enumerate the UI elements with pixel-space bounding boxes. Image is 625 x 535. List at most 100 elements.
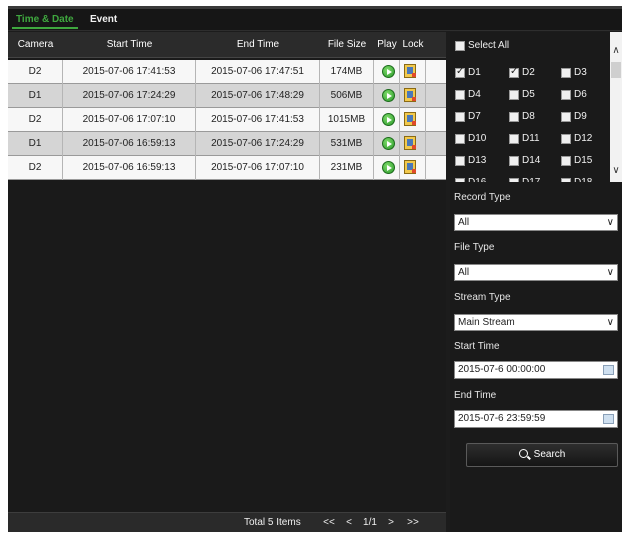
calendar-icon[interactable] [603, 365, 614, 375]
scroll-down-icon[interactable]: ∨ [610, 164, 622, 178]
play-icon[interactable] [382, 113, 395, 126]
lock-icon[interactable] [404, 88, 416, 102]
search-icon [518, 449, 528, 458]
camera-checkbox[interactable]: D5 [509, 89, 535, 101]
cell-divider [426, 108, 446, 132]
file-type-value: All [458, 267, 470, 278]
camera-checkbox[interactable]: D2 [509, 66, 535, 79]
checkbox-box [455, 112, 465, 122]
cell-divider [426, 84, 446, 108]
cell-end-time: 2015-07-06 17:47:51 [196, 60, 320, 84]
lock-icon[interactable] [404, 64, 416, 78]
checkbox-box [455, 90, 465, 100]
play-icon[interactable] [382, 89, 395, 102]
stream-type-select[interactable]: Main Stream ∨ [454, 314, 618, 331]
cell-start-time: 2015-07-06 16:59:13 [63, 156, 196, 180]
camera-checkbox[interactable]: D7 [455, 111, 481, 123]
camera-label: D3 [574, 67, 587, 78]
header-end-time[interactable]: End Time [196, 32, 320, 58]
checkbox-box [561, 134, 571, 144]
camera-list: Select All D1 D2 D3 D4 D5 D6 D7 D8 D9 D10 D11 D12 D1… [450, 32, 610, 182]
camera-checkbox[interactable]: D9 [561, 111, 587, 123]
camera-checkbox[interactable]: D12 [561, 133, 592, 145]
cell-start-time: 2015-07-06 16:59:13 [63, 132, 196, 156]
cell-end-time: 2015-07-06 17:48:29 [196, 84, 320, 108]
camera-checkbox[interactable]: D3 [561, 67, 587, 79]
lock-icon[interactable] [404, 136, 416, 150]
camera-label: D17 [522, 177, 540, 182]
start-time-value: 2015-07-6 00:00:00 [458, 364, 546, 375]
checkbox-box [509, 66, 519, 78]
camera-checkbox[interactable]: D1 [455, 66, 481, 79]
select-all-label: Select All [468, 40, 510, 51]
file-type-label: File Type [454, 242, 495, 253]
camera-checkbox[interactable]: D8 [509, 111, 535, 123]
checkbox-box [509, 178, 519, 182]
table-row[interactable]: D2 2015-07-06 17:41:53 2015-07-06 17:47:51… [8, 60, 446, 84]
select-all-checkbox[interactable]: Select All [455, 40, 509, 52]
prev-page-button[interactable]: < [343, 516, 355, 530]
scroll-up-icon[interactable]: ∧ [610, 44, 622, 58]
next-page-button[interactable]: > [385, 516, 397, 530]
camera-checkbox[interactable]: D6 [561, 89, 587, 101]
tab-event[interactable]: Event [88, 12, 119, 29]
camera-label: D5 [522, 89, 535, 100]
cell-start-time: 2015-07-06 17:41:53 [63, 60, 196, 84]
file-type-select[interactable]: All ∨ [454, 264, 618, 281]
camera-checkbox[interactable]: D14 [509, 155, 540, 167]
camera-checkbox[interactable]: D16 [455, 177, 486, 182]
cell-camera: D1 [8, 84, 63, 108]
lock-icon[interactable] [404, 112, 416, 126]
camera-label: D10 [468, 133, 487, 144]
camera-checkbox[interactable]: D13 [455, 155, 486, 167]
record-type-value: All [458, 217, 470, 228]
record-type-select[interactable]: All ∨ [454, 214, 618, 231]
last-page-button[interactable]: >> [404, 516, 422, 530]
table-row[interactable]: D2 2015-07-06 17:07:10 2015-07-06 17:41:53… [8, 108, 446, 132]
camera-checkbox[interactable]: D15 [561, 155, 592, 167]
chevron-down-icon: ∨ [606, 217, 614, 228]
results-table: Camera Start Time End Time File Size Pla… [8, 32, 446, 512]
cell-file-size: 1015MB [320, 108, 374, 132]
playback-search-window: Time & Date Event Camera Start Time End … [8, 6, 622, 532]
play-icon[interactable] [382, 161, 395, 174]
header-start-time[interactable]: Start Time [63, 32, 196, 58]
cell-camera: D2 [8, 108, 63, 132]
first-page-button[interactable]: << [321, 516, 337, 530]
calendar-icon[interactable] [603, 414, 614, 424]
chevron-down-icon: ∨ [606, 317, 614, 328]
cell-divider [426, 60, 446, 84]
search-button[interactable]: Search [466, 443, 618, 467]
checkbox-box [509, 90, 519, 100]
checkbox-box [455, 66, 465, 78]
header-file-size[interactable]: File Size [320, 32, 374, 58]
camera-checkbox[interactable]: D10 [455, 133, 486, 145]
start-time-label: Start Time [454, 341, 500, 352]
tab-time-date[interactable]: Time & Date [12, 12, 78, 29]
play-icon[interactable] [382, 65, 395, 78]
camera-label: D12 [574, 133, 593, 144]
header-lock: Lock [402, 39, 424, 50]
table-row[interactable]: D1 2015-07-06 17:24:29 2015-07-06 17:48:29… [8, 84, 446, 108]
table-row[interactable]: D1 2015-07-06 16:59:13 2015-07-06 17:24:29… [8, 132, 446, 156]
camera-checkbox[interactable]: D17 [509, 177, 540, 182]
end-time-input[interactable]: 2015-07-6 23:59:59 [454, 410, 618, 428]
stream-type-label: Stream Type [454, 292, 511, 303]
camera-checkbox[interactable]: D11 [509, 133, 540, 145]
checkbox-box [455, 41, 465, 51]
play-icon[interactable] [382, 137, 395, 150]
camera-label: D4 [468, 89, 481, 100]
end-time-label: End Time [454, 390, 497, 401]
end-time-value: 2015-07-6 23:59:59 [458, 413, 546, 424]
camera-list-scrollbar[interactable]: ∧ ∨ [610, 32, 622, 182]
lock-icon[interactable] [404, 160, 416, 174]
stream-type-value: Main Stream [458, 317, 515, 328]
start-time-input[interactable]: 2015-07-6 00:00:00 [454, 361, 618, 379]
table-row[interactable]: D2 2015-07-06 16:59:13 2015-07-06 17:07:10… [8, 156, 446, 180]
header-camera[interactable]: Camera [8, 32, 63, 58]
camera-checkbox[interactable]: D18 [561, 177, 592, 182]
camera-checkbox[interactable]: D4 [455, 89, 481, 101]
scroll-thumb[interactable] [611, 62, 621, 78]
checkbox-box [455, 178, 465, 182]
camera-label: D2 [522, 67, 535, 78]
